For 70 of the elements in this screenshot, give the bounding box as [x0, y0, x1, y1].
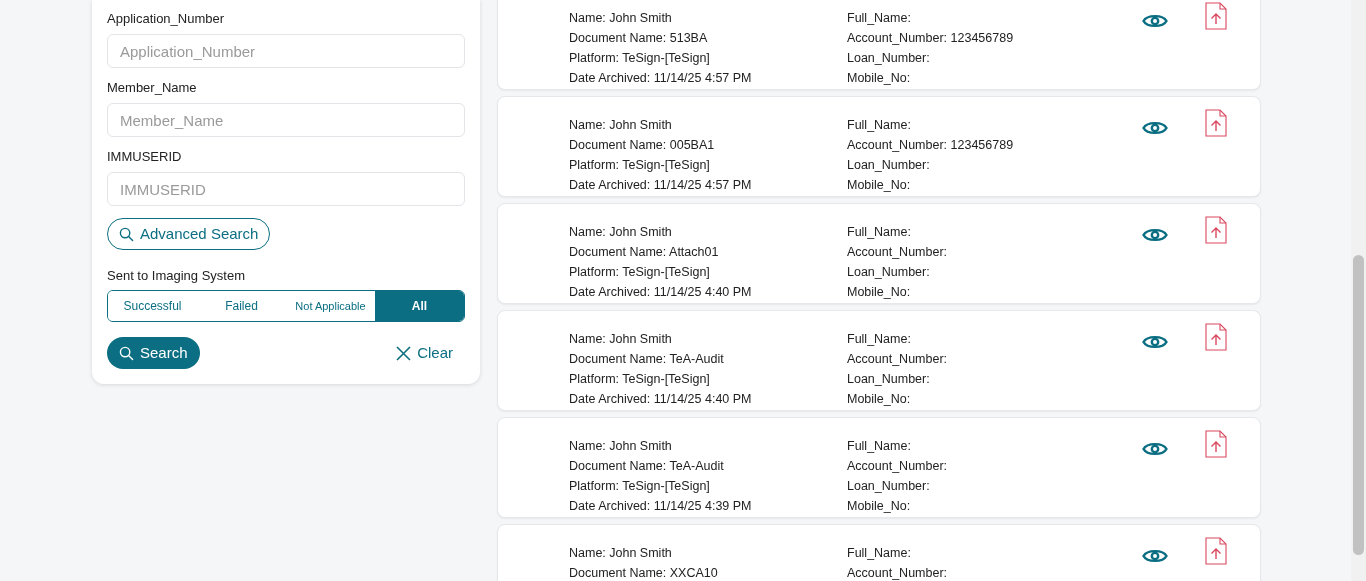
record-detail: Loan_Number: [847, 478, 931, 495]
field-label: Sent to Imaging System [107, 268, 246, 284]
record-detail: Mobile_No: [847, 498, 912, 515]
record-detail: Full_Name: [847, 10, 912, 27]
record-detail: Full_Name: [847, 224, 912, 241]
search-icon [119, 226, 134, 242]
record-detail: Date Archived: 11/14/25 4:40 PM [569, 284, 753, 301]
field-label: Member_Name [107, 80, 198, 96]
record-detail: Date Archived: 11/14/25 4:57 PM [569, 70, 753, 87]
record-detail: Account_Number: [847, 458, 949, 475]
record-detail: Full_Name: [847, 117, 912, 134]
record-detail: Loan_Number: [847, 50, 931, 67]
record-detail: Loan_Number: [847, 264, 931, 281]
record-detail: Document Name: TeA-Audit [569, 458, 725, 475]
record-detail: Account_Number: 123456789 [847, 137, 1015, 154]
record-detail: Name: John Smith [569, 224, 673, 241]
record-detail: Account_Number: [847, 565, 949, 581]
record-detail: Account_Number: [847, 244, 949, 261]
record-detail: Name: John Smith [569, 331, 673, 348]
file-upload-icon[interactable] [1205, 323, 1227, 351]
record-detail: Platform: TeSign-[TeSign] [569, 50, 711, 67]
record-detail: Account_Number: 123456789 [847, 30, 1015, 47]
file-upload-icon[interactable] [1205, 537, 1227, 565]
field-label: Application_Number [107, 11, 226, 27]
record-detail: Date Archived: 11/14/25 4:57 PM [569, 177, 753, 194]
eye-icon[interactable] [1142, 226, 1168, 244]
search-button[interactable]: Search [107, 337, 200, 369]
record-detail: Account_Number: [847, 351, 949, 368]
eye-icon[interactable] [1142, 333, 1168, 351]
file-upload-icon[interactable] [1205, 109, 1227, 137]
record-detail: Platform: TeSign-[TeSign] [569, 264, 711, 281]
input-field[interactable]: Member_Name [107, 103, 465, 137]
record-detail: Full_Name: [847, 545, 912, 562]
record-detail: Document Name: Attach01 [569, 244, 720, 261]
record-detail: Date Archived: 11/14/25 4:39 PM [569, 498, 753, 515]
segment-option[interactable]: All [375, 291, 464, 321]
record-detail: Name: John Smith [569, 117, 673, 134]
field-label: IMMUSERID [107, 149, 183, 165]
record-detail: Document Name: TeA-Audit [569, 351, 725, 368]
eye-icon[interactable] [1142, 12, 1168, 30]
record-detail: Loan_Number: [847, 371, 931, 388]
record-detail: Name: John Smith [569, 10, 673, 27]
record-detail: Platform: TeSign-[TeSign] [569, 157, 711, 174]
file-upload-icon[interactable] [1205, 216, 1227, 244]
record-detail: Name: John Smith [569, 545, 673, 562]
clear-button[interactable]: Clear [384, 337, 465, 369]
record-detail: Loan_Number: [847, 157, 931, 174]
file-upload-icon[interactable] [1205, 430, 1227, 458]
record-detail: Date Archived: 11/14/25 4:40 PM [569, 391, 753, 408]
record-detail: Mobile_No: [847, 391, 912, 408]
record-detail: Full_Name: [847, 438, 912, 455]
record-detail: Platform: TeSign-[TeSign] [569, 371, 711, 388]
record-detail: Platform: TeSign-[TeSign] [569, 478, 711, 495]
record-detail: Mobile_No: [847, 70, 912, 87]
eye-icon[interactable] [1142, 547, 1168, 565]
record-detail: Name: John Smith [569, 438, 673, 455]
record-detail: Document Name: 513BA [569, 30, 709, 47]
close-icon [396, 345, 412, 361]
record-detail: Document Name: 005BA1 [569, 137, 716, 154]
eye-icon[interactable] [1142, 440, 1168, 458]
scrollbar-thumb[interactable] [1353, 255, 1364, 555]
search-icon [119, 345, 134, 361]
record-detail: Mobile_No: [847, 177, 912, 194]
eye-icon[interactable] [1142, 119, 1168, 137]
record-detail: Mobile_No: [847, 284, 912, 301]
input-field[interactable]: IMMUSERID [107, 172, 465, 206]
file-upload-icon[interactable] [1205, 2, 1227, 30]
record-detail: Full_Name: [847, 331, 912, 348]
input-field[interactable]: Application_Number [107, 34, 465, 68]
record-detail: Document Name: XXCA10 [569, 565, 719, 581]
